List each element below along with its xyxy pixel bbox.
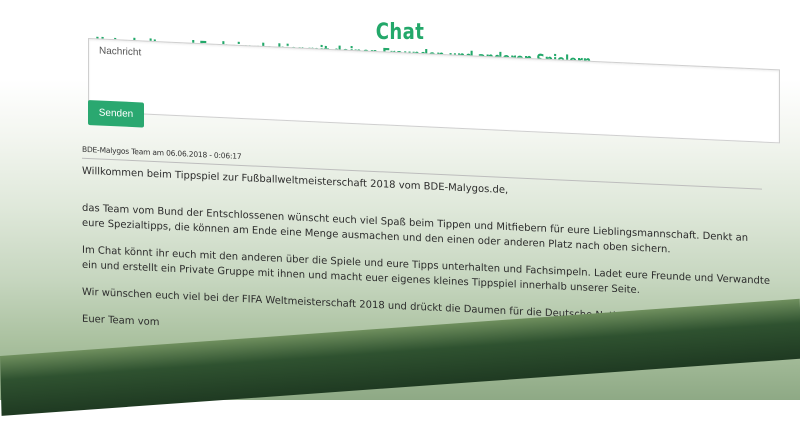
post-greeting: Willkommen beim Tippspiel zur Fußballwel… (82, 165, 509, 197)
message-placeholder: Nachricht (99, 45, 142, 59)
send-button[interactable]: Senden (88, 99, 144, 128)
message-input[interactable]: Nachricht (88, 37, 780, 144)
